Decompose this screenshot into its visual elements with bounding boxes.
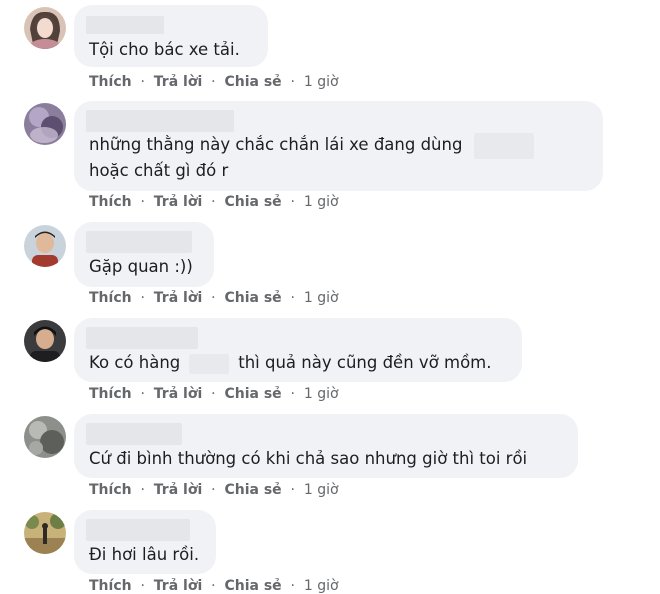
comment-text: những thằng này chắc chắn lái xe đang dù… bbox=[89, 132, 534, 159]
separator: · bbox=[140, 290, 145, 306]
comment-bubble: Ko có hàng thì quả này cũng đền vỡ mồm. bbox=[74, 318, 522, 382]
reply-button[interactable]: Trả lời bbox=[154, 74, 202, 90]
separator: · bbox=[140, 482, 145, 498]
avatar[interactable] bbox=[24, 512, 66, 554]
separator: · bbox=[140, 74, 145, 90]
avatar[interactable] bbox=[24, 103, 66, 145]
share-button[interactable]: Chia sẻ bbox=[224, 290, 281, 306]
comment-text: Đi hơi lâu rồi. bbox=[89, 545, 200, 564]
comment-bubble: Tội cho bác xe tải. bbox=[74, 5, 268, 67]
avatar[interactable] bbox=[24, 416, 66, 458]
like-button[interactable]: Thích bbox=[89, 74, 132, 90]
separator: · bbox=[290, 194, 295, 210]
like-button[interactable]: Thích bbox=[89, 194, 132, 210]
comment-text-line: những thằng này chắc chắn lái xe đang dù… bbox=[89, 135, 463, 154]
redacted-author-name[interactable] bbox=[86, 423, 182, 445]
separator: · bbox=[211, 482, 216, 498]
separator: · bbox=[140, 194, 145, 210]
timestamp-link[interactable]: 1 giờ bbox=[304, 578, 339, 594]
redacted-word bbox=[189, 353, 230, 374]
comment-actions: Thích · Trả lời · Chia sẻ · 1 giờ bbox=[89, 194, 339, 210]
redacted-author-name[interactable] bbox=[86, 231, 192, 253]
reply-button[interactable]: Trả lời bbox=[154, 386, 202, 402]
separator: · bbox=[140, 578, 145, 594]
timestamp-link[interactable]: 1 giờ bbox=[304, 194, 339, 210]
timestamp-link[interactable]: 1 giờ bbox=[304, 482, 339, 498]
separator: · bbox=[290, 578, 295, 594]
comment-actions: Thích · Trả lời · Chia sẻ · 1 giờ bbox=[89, 290, 339, 306]
separator: · bbox=[211, 194, 216, 210]
comment-bubble: Cứ đi bình thường có khi chả sao nhưng g… bbox=[74, 414, 578, 478]
comment-text: Ko có hàng thì quả này cũng đền vỡ mồm. bbox=[89, 350, 492, 376]
redacted-author-name[interactable] bbox=[86, 519, 190, 541]
reply-button[interactable]: Trả lời bbox=[154, 578, 202, 594]
separator: · bbox=[290, 290, 295, 306]
comment-actions: Thích · Trả lời · Chia sẻ · 1 giờ bbox=[89, 386, 339, 402]
redacted-word bbox=[473, 132, 534, 159]
like-button[interactable]: Thích bbox=[89, 290, 132, 306]
share-button[interactable]: Chia sẻ bbox=[224, 386, 281, 402]
comment-text-line: hoặc chất gì đó r bbox=[89, 161, 229, 180]
redacted-author-name[interactable] bbox=[86, 327, 198, 349]
separator: · bbox=[211, 290, 216, 306]
reply-button[interactable]: Trả lời bbox=[154, 194, 202, 210]
separator: · bbox=[211, 578, 216, 594]
reply-button[interactable]: Trả lời bbox=[154, 290, 202, 306]
share-button[interactable]: Chia sẻ bbox=[224, 482, 281, 498]
reply-button[interactable]: Trả lời bbox=[154, 482, 202, 498]
separator: · bbox=[211, 386, 216, 402]
comment-text: Cứ đi bình thường có khi chả sao nhưng g… bbox=[89, 449, 528, 468]
separator: · bbox=[290, 482, 295, 498]
comment-text-part: thì quả này cũng đền vỡ mồm. bbox=[238, 353, 492, 372]
comment-bubble: Gặp quan :)) bbox=[74, 222, 214, 287]
timestamp-link[interactable]: 1 giờ bbox=[304, 386, 339, 402]
share-button[interactable]: Chia sẻ bbox=[224, 74, 281, 90]
redacted-author-name[interactable] bbox=[86, 110, 234, 132]
avatar[interactable] bbox=[24, 7, 66, 49]
separator: · bbox=[140, 386, 145, 402]
like-button[interactable]: Thích bbox=[89, 386, 132, 402]
separator: · bbox=[290, 74, 295, 90]
comment-text: Gặp quan :)) bbox=[89, 257, 193, 276]
separator: · bbox=[211, 74, 216, 90]
share-button[interactable]: Chia sẻ bbox=[224, 578, 281, 594]
separator: · bbox=[290, 386, 295, 402]
comment-actions: Thích · Trả lời · Chia sẻ · 1 giờ bbox=[89, 578, 339, 594]
timestamp-link[interactable]: 1 giờ bbox=[304, 74, 339, 90]
avatar[interactable] bbox=[24, 320, 66, 362]
avatar[interactable] bbox=[24, 225, 66, 267]
comment-bubble: những thằng này chắc chắn lái xe đang dù… bbox=[74, 101, 603, 191]
comment-actions: Thích · Trả lời · Chia sẻ · 1 giờ bbox=[89, 482, 339, 498]
like-button[interactable]: Thích bbox=[89, 578, 132, 594]
share-button[interactable]: Chia sẻ bbox=[224, 194, 281, 210]
comment-text: Tội cho bác xe tải. bbox=[89, 40, 240, 59]
timestamp-link[interactable]: 1 giờ bbox=[304, 290, 339, 306]
like-button[interactable]: Thích bbox=[89, 482, 132, 498]
comment-text-part: Ko có hàng bbox=[89, 353, 181, 372]
comment-actions: Thích · Trả lời · Chia sẻ · 1 giờ bbox=[89, 74, 339, 90]
comment-bubble: Đi hơi lâu rồi. bbox=[74, 510, 216, 574]
redacted-author-name[interactable] bbox=[86, 16, 164, 34]
